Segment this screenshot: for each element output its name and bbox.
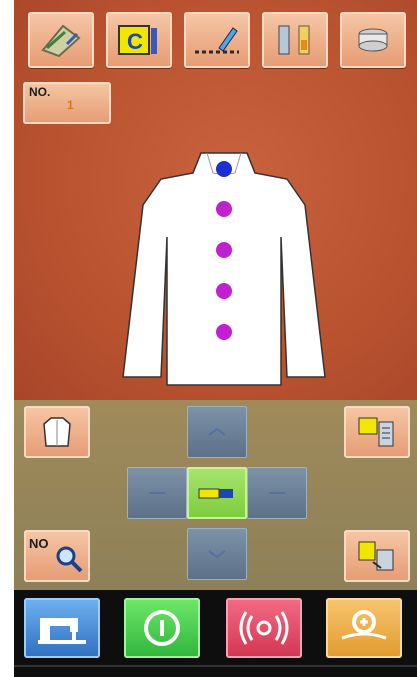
control-panel: NO xyxy=(14,400,417,590)
copy-pattern-icon xyxy=(358,541,394,571)
shirt-select-icon xyxy=(43,417,71,447)
list-settings-button[interactable] xyxy=(344,406,410,458)
bobbin-wind-button[interactable] xyxy=(340,12,406,68)
collar-button[interactable] xyxy=(216,161,232,177)
move-left-button[interactable] xyxy=(127,467,187,519)
shirt-button[interactable] xyxy=(216,242,232,258)
pattern-number-button[interactable]: NO. 1 xyxy=(23,82,111,124)
sewing-pattern-icon xyxy=(41,24,81,58)
search-icon xyxy=(56,546,83,573)
sewing-panel-screen: C NO. 1 NO xyxy=(0,0,417,677)
broadcast-button[interactable] xyxy=(226,598,302,658)
bobbin-wind-icon xyxy=(358,28,388,52)
move-down-button[interactable] xyxy=(187,528,247,580)
no-search-label: NO xyxy=(29,536,49,551)
list-settings-icon xyxy=(358,417,394,447)
copy-pattern-button[interactable] xyxy=(344,530,410,582)
broadcast-icon xyxy=(239,611,289,645)
move-up-button[interactable] xyxy=(187,406,247,458)
move-right-button[interactable] xyxy=(247,467,307,519)
pattern-number-value: 1 xyxy=(67,98,74,112)
svg-text:C: C xyxy=(127,29,143,54)
pattern-number-label: NO. xyxy=(29,85,51,99)
sewing-pattern-button[interactable] xyxy=(28,12,94,68)
arrow-up-icon xyxy=(208,427,226,436)
stitch-edit-button[interactable] xyxy=(184,12,250,68)
bottom-divider xyxy=(14,665,417,667)
info-icon xyxy=(144,610,180,646)
clipboard-c-button[interactable]: C xyxy=(106,12,172,68)
jog-toggle-button[interactable] xyxy=(187,467,247,519)
zoom-pattern-icon xyxy=(341,610,387,640)
info-button[interactable] xyxy=(124,598,200,658)
sewing-machine-icon xyxy=(38,618,86,644)
pattern-display-area: C NO. 1 xyxy=(14,0,417,400)
thread-tension-button[interactable] xyxy=(262,12,328,68)
shirt-button[interactable] xyxy=(216,324,232,340)
stitch-edit-icon xyxy=(195,27,239,54)
bottom-bar xyxy=(14,590,417,677)
jog-toggle-icon xyxy=(198,488,233,499)
arrow-down-icon xyxy=(208,550,226,559)
shirt-select-button[interactable] xyxy=(24,406,90,458)
zoom-pattern-button[interactable] xyxy=(326,598,402,658)
shirt-icon xyxy=(122,152,326,386)
arrow-right-icon xyxy=(269,492,285,494)
shirt-button[interactable] xyxy=(216,201,232,217)
left-border xyxy=(0,0,14,677)
thread-tension-icon xyxy=(278,25,310,55)
sewing-machine-button[interactable] xyxy=(24,598,100,658)
shirt-button[interactable] xyxy=(216,283,232,299)
arrow-left-icon xyxy=(149,492,165,494)
clipboard-c-icon: C xyxy=(118,25,157,55)
no-search-button[interactable]: NO xyxy=(24,530,90,582)
